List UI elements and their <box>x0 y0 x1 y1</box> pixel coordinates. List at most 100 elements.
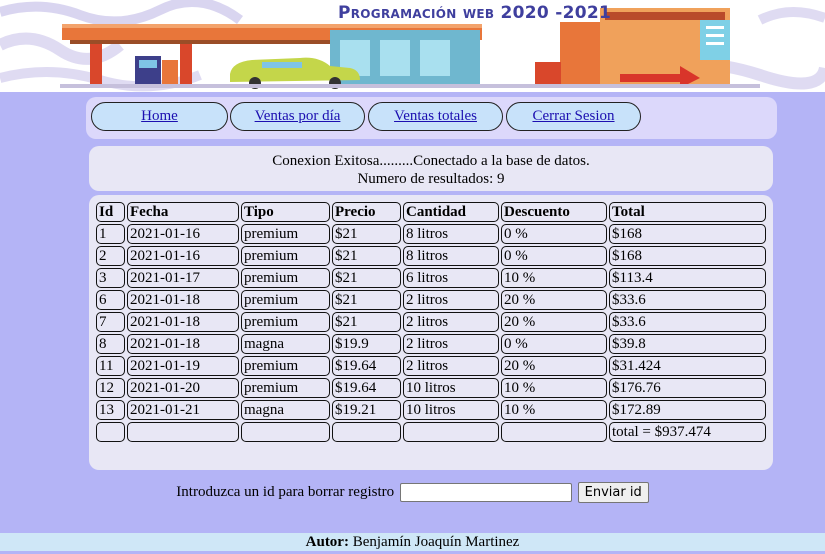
cell-descuento: 20 % <box>501 290 607 310</box>
delete-record-form: Introduzca un id para borrar registro En… <box>0 482 825 503</box>
cell-tipo: premium <box>241 224 330 244</box>
sales-table-panel: Id Fecha Tipo Precio Cantidad Descuento … <box>89 195 773 470</box>
connection-status-text: Conexion Exitosa.........Conectado a la … <box>272 153 590 169</box>
cell-fecha: 2021-01-18 <box>127 312 239 332</box>
cell-fecha: 2021-01-18 <box>127 334 239 354</box>
cell-cantidad: 6 litros <box>403 268 499 288</box>
table-header-row: Id Fecha Tipo Precio Cantidad Descuento … <box>96 202 766 222</box>
nav-cerrar-sesion-button[interactable]: Cerrar Sesion <box>506 102 641 131</box>
empty-cell <box>403 422 499 442</box>
table-row: 8 2021-01-18 magna $19.9 2 litros 0 % $3… <box>96 334 766 354</box>
table-row: 3 2021-01-17 premium $21 6 litros 10 % $… <box>96 268 766 288</box>
cell-tipo: magna <box>241 334 330 354</box>
header-banner: Programación web 2020 -2021 <box>0 0 825 92</box>
cell-tipo: premium <box>241 268 330 288</box>
cell-total: $168 <box>609 246 766 266</box>
table-row: 11 2021-01-19 premium $19.64 2 litros 20… <box>96 356 766 376</box>
cell-descuento: 0 % <box>501 334 607 354</box>
cell-total: $176.76 <box>609 378 766 398</box>
cell-tipo: premium <box>241 246 330 266</box>
cell-cantidad: 8 litros <box>403 224 499 244</box>
cell-total: $31.424 <box>609 356 766 376</box>
cell-cantidad: 10 litros <box>403 378 499 398</box>
table-row: 1 2021-01-16 premium $21 8 litros 0 % $1… <box>96 224 766 244</box>
cell-fecha: 2021-01-16 <box>127 224 239 244</box>
cell-id: 7 <box>96 312 125 332</box>
delete-id-input[interactable] <box>399 483 572 502</box>
cell-precio: $21 <box>332 290 401 310</box>
table-row: 7 2021-01-18 premium $21 2 litros 20 % $… <box>96 312 766 332</box>
nav-ventas-totales-button[interactable]: Ventas totales <box>368 102 503 131</box>
total-row: total = $937.474 <box>96 422 766 442</box>
footer: Autor: Benjamín Joaquín Martinez <box>0 533 825 551</box>
cell-cantidad: 2 litros <box>403 356 499 376</box>
empty-cell <box>96 422 125 442</box>
header-tipo: Tipo <box>241 202 330 222</box>
cell-precio: $21 <box>332 312 401 332</box>
cell-id: 8 <box>96 334 125 354</box>
header-id: Id <box>96 202 125 222</box>
cell-precio: $19.21 <box>332 400 401 420</box>
cell-descuento: 10 % <box>501 400 607 420</box>
header-precio: Precio <box>332 202 401 222</box>
cell-id: 6 <box>96 290 125 310</box>
cell-precio: $21 <box>332 224 401 244</box>
author-label: Autor: <box>305 534 349 550</box>
cell-tipo: premium <box>241 312 330 332</box>
cell-descuento: 20 % <box>501 312 607 332</box>
cell-fecha: 2021-01-17 <box>127 268 239 288</box>
nav-bar: Home Ventas por día Ventas totales Cerra… <box>86 97 777 139</box>
banner-title: Programación web 2020 -2021 <box>338 3 612 23</box>
cell-total: $168 <box>609 224 766 244</box>
cell-total: $172.89 <box>609 400 766 420</box>
cell-fecha: 2021-01-16 <box>127 246 239 266</box>
cell-tipo: premium <box>241 356 330 376</box>
cell-id: 11 <box>96 356 125 376</box>
cell-descuento: 10 % <box>501 378 607 398</box>
cell-id: 12 <box>96 378 125 398</box>
header-total: Total <box>609 202 766 222</box>
header-fecha: Fecha <box>127 202 239 222</box>
table-row: 12 2021-01-20 premium $19.64 10 litros 1… <box>96 378 766 398</box>
empty-cell <box>501 422 607 442</box>
cell-descuento: 0 % <box>501 224 607 244</box>
table-row: 13 2021-01-21 magna $19.21 10 litros 10 … <box>96 400 766 420</box>
cell-fecha: 2021-01-21 <box>127 400 239 420</box>
cell-tipo: premium <box>241 378 330 398</box>
empty-cell <box>332 422 401 442</box>
cell-cantidad: 2 litros <box>403 312 499 332</box>
cell-id: 1 <box>96 224 125 244</box>
nav-ventas-dia-button[interactable]: Ventas por día <box>230 102 365 131</box>
header-descuento: Descuento <box>501 202 607 222</box>
empty-cell <box>127 422 239 442</box>
cell-id: 3 <box>96 268 125 288</box>
status-panel: Conexion Exitosa.........Conectado a la … <box>89 146 773 191</box>
cell-cantidad: 2 litros <box>403 334 499 354</box>
cell-fecha: 2021-01-18 <box>127 290 239 310</box>
cell-precio: $19.64 <box>332 378 401 398</box>
cell-total: $33.6 <box>609 312 766 332</box>
cell-precio: $19.9 <box>332 334 401 354</box>
cell-total: $33.6 <box>609 290 766 310</box>
header-cantidad: Cantidad <box>403 202 499 222</box>
cell-cantidad: 8 litros <box>403 246 499 266</box>
table-row: 2 2021-01-16 premium $21 8 litros 0 % $1… <box>96 246 766 266</box>
grand-total-cell: total = $937.474 <box>609 422 766 442</box>
send-id-button[interactable]: Enviar id <box>577 482 649 503</box>
cell-total: $39.8 <box>609 334 766 354</box>
cell-total: $113.4 <box>609 268 766 288</box>
nav-home-button[interactable]: Home <box>91 102 228 131</box>
cell-fecha: 2021-01-20 <box>127 378 239 398</box>
sales-table: Id Fecha Tipo Precio Cantidad Descuento … <box>94 200 768 444</box>
cell-descuento: 20 % <box>501 356 607 376</box>
cell-cantidad: 10 litros <box>403 400 499 420</box>
cell-precio: $21 <box>332 268 401 288</box>
delete-id-label: Introduzca un id para borrar registro <box>176 484 395 500</box>
cell-precio: $21 <box>332 246 401 266</box>
cell-descuento: 0 % <box>501 246 607 266</box>
table-row: 6 2021-01-18 premium $21 2 litros 20 % $… <box>96 290 766 310</box>
cell-cantidad: 2 litros <box>403 290 499 310</box>
cell-descuento: 10 % <box>501 268 607 288</box>
cell-id: 2 <box>96 246 125 266</box>
author-name: Benjamín Joaquín Martinez <box>352 534 520 550</box>
